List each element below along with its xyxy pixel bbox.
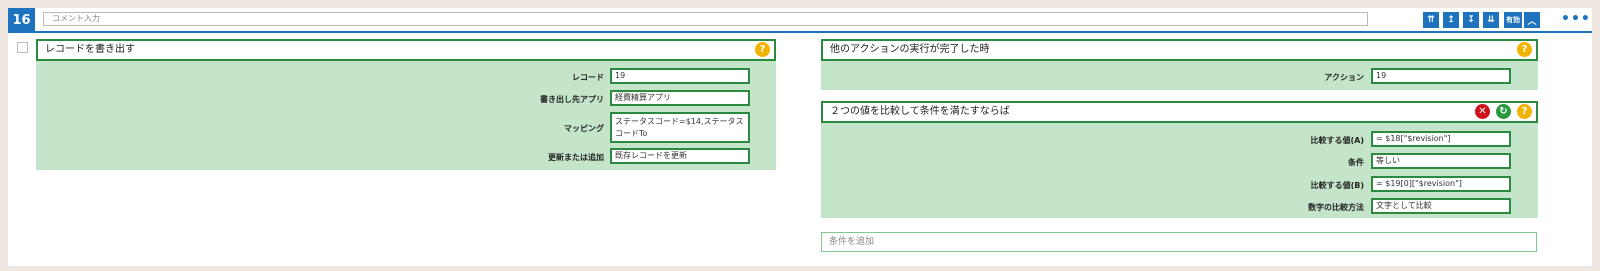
trigger-title-text: 他のアクションの実行が完了した時 (830, 44, 990, 55)
field-label: 数字の比較方法 (1308, 203, 1364, 212)
collapse-icon[interactable]: ︿ (1524, 12, 1540, 28)
trigger-title: 他のアクションの実行が完了した時 (821, 39, 1538, 61)
record-field[interactable]: 19 (610, 68, 750, 84)
condition-title: ２つの値を比較して条件を満たすならば (821, 101, 1538, 123)
action-field[interactable]: 19 (1371, 68, 1511, 84)
step-checkbox[interactable] (17, 42, 28, 53)
move-top-icon[interactable]: ⇈ (1423, 12, 1439, 28)
help-icon[interactable]: ? (1517, 42, 1532, 57)
trigger-block: 他のアクションの実行が完了した時 ? アクション 19 (821, 39, 1538, 90)
more-menu-icon[interactable]: ••• (1561, 11, 1591, 27)
field-label: レコード (572, 73, 604, 82)
write-record-title: レコードを書き出す (36, 39, 776, 61)
help-icon[interactable]: ? (755, 42, 770, 57)
add-condition-input[interactable]: 条件を追加 (821, 232, 1537, 252)
update-or-add-field[interactable]: 既存レコードを更新 (610, 148, 750, 164)
field-label: 比較する値(A) (1310, 136, 1364, 145)
value-b-field[interactable]: = $19[0]["$revision"] (1371, 176, 1511, 192)
field-label: 比較する値(B) (1310, 181, 1364, 190)
delete-icon[interactable]: ✕ (1475, 104, 1490, 119)
comment-input[interactable]: コメント入力 (43, 12, 1368, 26)
enabled-toggle-button[interactable]: 有効 (1504, 12, 1522, 28)
field-label: 更新または追加 (548, 153, 604, 162)
field-label: 条件 (1348, 158, 1364, 167)
move-down-icon[interactable]: ↧ (1463, 12, 1479, 28)
move-up-icon[interactable]: ↥ (1443, 12, 1459, 28)
target-app-field[interactable]: 経費精算アプリ (610, 90, 750, 106)
field-label: アクション (1324, 73, 1364, 82)
step-panel: 16 コメント入力 ⇈ ↥ ↧ ⇊ 有効 ︿ ••• レコードを書き出す ? レ… (8, 8, 1592, 266)
field-label: マッピング (564, 124, 604, 133)
write-record-title-text: レコードを書き出す (45, 44, 135, 55)
mapping-field[interactable]: ステータスコード=$14,ステータスコードTo (610, 112, 750, 143)
condition-title-text: ２つの値を比較して条件を満たすならば (830, 106, 1010, 117)
move-bottom-icon[interactable]: ⇊ (1483, 12, 1499, 28)
help-icon[interactable]: ? (1517, 104, 1532, 119)
write-record-block: レコードを書き出す ? レコード 19 書き出し先アプリ 経費精算アプリ マッピ… (36, 39, 776, 170)
value-a-field[interactable]: = $18["$revision"] (1371, 131, 1511, 147)
condition-field[interactable]: 等しい (1371, 153, 1511, 169)
number-compare-method-field[interactable]: 文字として比較 (1371, 198, 1511, 214)
condition-block: ２つの値を比較して条件を満たすならば ✕ ↻ ? 比較する値(A) = $18[… (821, 101, 1538, 218)
step-header: 16 コメント入力 ⇈ ↥ ↧ ⇊ 有効 ︿ ••• (8, 8, 1592, 33)
field-label: 書き出し先アプリ (540, 95, 604, 104)
header-divider (8, 31, 1592, 33)
refresh-icon[interactable]: ↻ (1496, 104, 1511, 119)
step-number: 16 (8, 8, 35, 33)
